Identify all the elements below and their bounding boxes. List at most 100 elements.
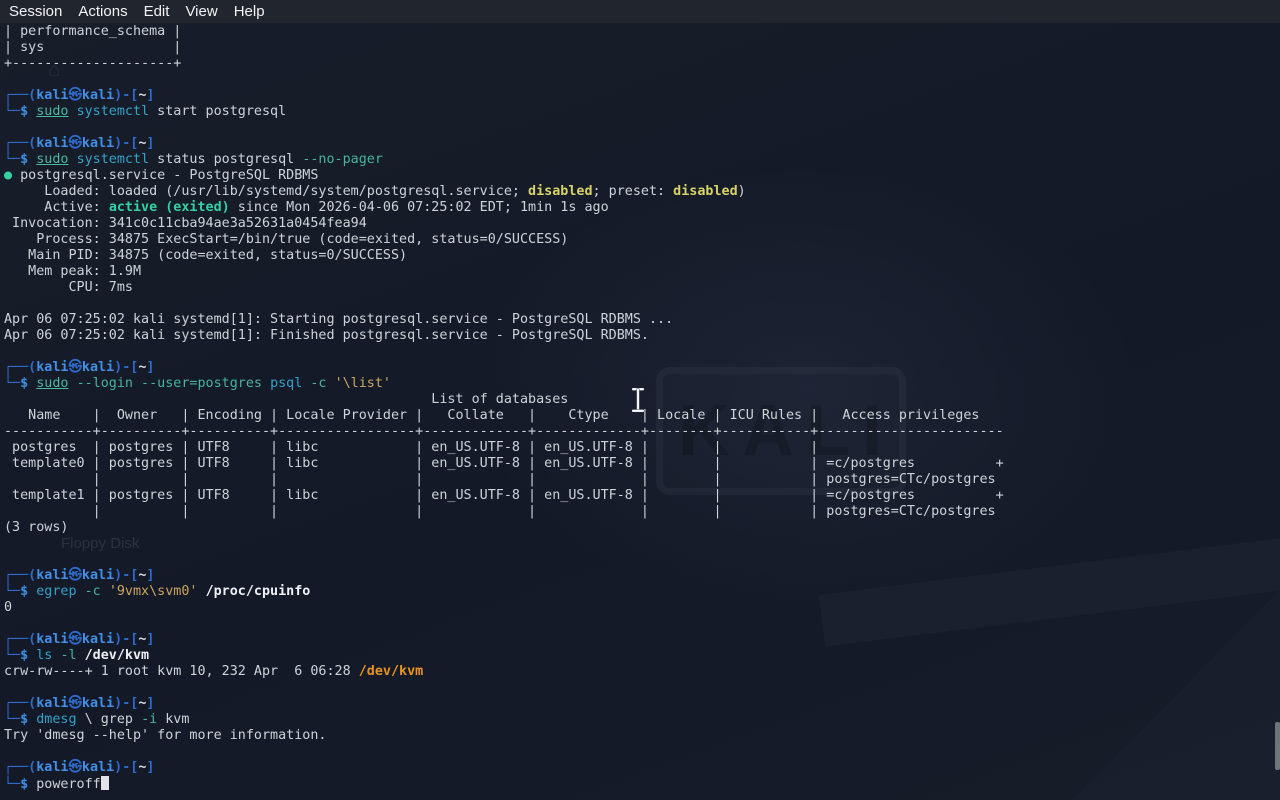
terminal-text-segment: ┌──( xyxy=(4,696,36,711)
terminal-text-segment: └─ xyxy=(4,777,20,792)
terminal-line: CPU: 7ms xyxy=(4,280,1004,296)
terminal-text-segment: postgres | postgres | UTF8 | libc | en_U… xyxy=(4,440,818,455)
terminal-text-segment: )-[ xyxy=(114,360,138,375)
terminal-line: postgres | postgres | UTF8 | libc | en_U… xyxy=(4,440,1004,456)
terminal-text-segment: | sys | xyxy=(4,40,181,55)
terminal-text-segment: ● xyxy=(4,168,20,183)
terminal-line: List of databases xyxy=(4,392,1004,408)
terminal-text-segment: Process: 34875 ExecStart=/bin/true (code… xyxy=(4,232,568,247)
terminal-line: ┌──(kali㉿kali)-[~] xyxy=(4,696,1004,712)
terminal-text-segment: sudo xyxy=(36,376,68,391)
terminal-text-segment: )-[ xyxy=(114,88,138,103)
terminal-cursor xyxy=(101,776,109,790)
terminal-text-segment: $ xyxy=(20,104,28,119)
terminal-text-segment: ) xyxy=(738,184,746,199)
terminal-text-segment: kali xyxy=(82,88,114,103)
terminal-text-segment: kali xyxy=(82,136,114,151)
terminal-text-segment: ┌──( xyxy=(4,136,36,151)
terminal-text-segment: ㉿ xyxy=(69,360,82,375)
terminal-text-segment: kali xyxy=(36,696,68,711)
terminal-text-segment: $ xyxy=(20,777,28,792)
terminal-text-segment: since Mon 2026-04-06 07:25:02 EDT; 1min … xyxy=(230,200,609,215)
terminal-line xyxy=(4,744,1004,760)
terminal-text-segment: kvm xyxy=(157,712,189,727)
terminal-line xyxy=(4,344,1004,360)
scrollbar-thumb[interactable] xyxy=(1275,722,1280,770)
terminal-text-segment: disabled xyxy=(673,184,738,199)
terminal-screen[interactable]: KALI ⌂ Floppy Disk | performance_schema … xyxy=(0,23,1280,800)
terminal-line: ● postgresql.service - PostgreSQL RDBMS xyxy=(4,168,1004,184)
terminal-text-segment: postgresql.service - PostgreSQL RDBMS xyxy=(20,168,318,183)
terminal-text-segment: $ xyxy=(20,648,28,663)
terminal-text-segment: -l xyxy=(60,648,76,663)
terminal-text-segment: active (exited) xyxy=(109,200,230,215)
terminal-text-segment xyxy=(198,584,206,599)
terminal-text-segment: -i xyxy=(141,712,157,727)
terminal-text-segment: ㉿ xyxy=(69,88,82,103)
terminal-text-segment xyxy=(69,104,77,119)
terminal-text-segment: ㉿ xyxy=(69,568,82,583)
terminal-line: +--------------------+ xyxy=(4,56,1004,72)
terminal-text-segment: kali xyxy=(82,360,114,375)
terminal-text-segment: CPU: 7ms xyxy=(4,280,133,295)
terminal-text-segment: ] xyxy=(146,360,154,375)
terminal-line: └─$ egrep -c '9vmx\svm0' /proc/cpuinfo xyxy=(4,584,1004,600)
terminal-line: ┌──(kali㉿kali)-[~] xyxy=(4,88,1004,104)
terminal-text-segment: | | | | | | | | postgres=CTc/postgres xyxy=(4,472,996,487)
terminal-line xyxy=(4,552,1004,568)
terminal-text-segment xyxy=(101,584,109,599)
terminal-text-segment: kali xyxy=(36,136,68,151)
terminal-text-segment: Name | Owner | Encoding | Locale Provide… xyxy=(4,408,979,423)
terminal-text-segment: )-[ xyxy=(114,632,138,647)
terminal-text-segment: kali xyxy=(36,568,68,583)
terminal-line: ┌──(kali㉿kali)-[~] xyxy=(4,136,1004,152)
terminal-text-segment: /dev/kvm xyxy=(359,664,424,679)
terminal-line: template1 | postgres | UTF8 | libc | en_… xyxy=(4,488,1004,504)
terminal-text-segment: )-[ xyxy=(114,760,138,775)
terminal-text-segment: Invocation: 341c0c11cba94ae3a52631a0454f… xyxy=(4,216,367,231)
terminal-text-segment: ; preset: xyxy=(593,184,674,199)
terminal-text-segment: Main PID: 34875 (code=exited, status=0/S… xyxy=(4,248,407,263)
terminal-text-segment: poweroff xyxy=(28,777,101,792)
terminal-text-segment: '\list' xyxy=(335,376,391,391)
terminal-text-segment xyxy=(327,376,335,391)
terminal-text-segment: └─ xyxy=(4,712,20,727)
terminal-text-segment: )-[ xyxy=(114,696,138,711)
terminal-text-segment: ┌──( xyxy=(4,568,36,583)
terminal-text-segment: )-[ xyxy=(114,136,138,151)
terminal-line: ┌──(kali㉿kali)-[~] xyxy=(4,568,1004,584)
terminal-text-segment: kali xyxy=(36,632,68,647)
terminal-line xyxy=(4,296,1004,312)
menu-help[interactable]: Help xyxy=(226,3,273,20)
menu-session[interactable]: Session xyxy=(1,3,70,20)
terminal-line: ┌──(kali㉿kali)-[~] xyxy=(4,360,1004,376)
terminal-text-segment: +--------------------+ xyxy=(4,56,181,71)
terminal-body: | performance_schema || sys |+----------… xyxy=(4,24,1004,792)
terminal-text-segment: --login --user=postgres xyxy=(77,376,262,391)
terminal-text-segment: ㉿ xyxy=(69,696,82,711)
terminal-line: └─$ sudo systemctl status postgresql --n… xyxy=(4,152,1004,168)
terminal-text-segment: Apr 06 07:25:02 kali systemd[1]: Startin… xyxy=(4,312,673,327)
menu-view[interactable]: View xyxy=(177,3,225,20)
terminal-text-segment: ㉿ xyxy=(69,632,82,647)
menu-actions[interactable]: Actions xyxy=(70,3,135,20)
terminal-text-segment: crw-rw----+ 1 root kvm 10, 232 Apr 6 06:… xyxy=(4,664,359,679)
terminal-text-segment: ] xyxy=(146,760,154,775)
text-ibeam-pointer xyxy=(628,386,648,414)
terminal-text-segment: kali xyxy=(82,760,114,775)
terminal-text-segment: Apr 06 07:25:02 kali systemd[1]: Finishe… xyxy=(4,328,649,343)
terminal-text-segment: ㉿ xyxy=(69,136,82,151)
terminal-line: -----------+----------+----------+------… xyxy=(4,424,1004,440)
terminal-line: └─$ poweroff xyxy=(4,776,1004,792)
terminal-text-segment: kali xyxy=(36,360,68,375)
terminal-text-segment: ┌──( xyxy=(4,760,36,775)
terminal-line: Apr 06 07:25:02 kali systemd[1]: Finishe… xyxy=(4,328,1004,344)
menu-edit[interactable]: Edit xyxy=(136,3,178,20)
terminal-line xyxy=(4,120,1004,136)
terminal-line: (3 rows) xyxy=(4,520,1004,536)
terminal-line: 0 xyxy=(4,600,1004,616)
terminal-text-segment: (3 rows) xyxy=(4,520,69,535)
terminal-text-segment: kali xyxy=(82,632,114,647)
terminal-line: Invocation: 341c0c11cba94ae3a52631a0454f… xyxy=(4,216,1004,232)
terminal-line: Loaded: loaded (/usr/lib/systemd/system/… xyxy=(4,184,1004,200)
